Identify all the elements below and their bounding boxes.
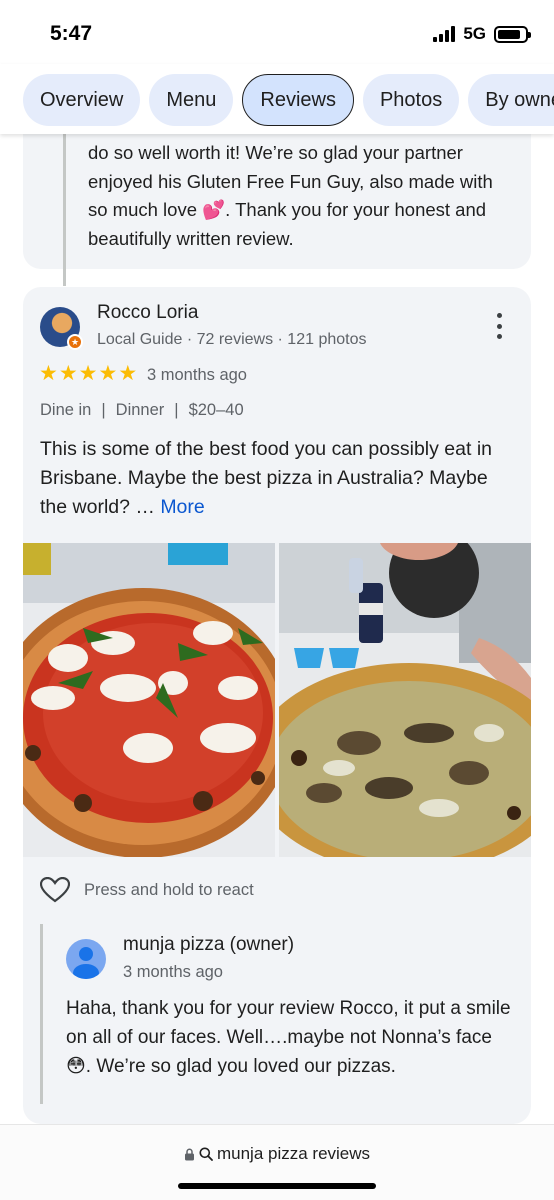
tab-overview[interactable]: Overview [23,74,141,126]
reviewer-name[interactable]: Rocco Loria [97,302,198,324]
cellular-signal-icon [433,26,456,42]
heart-icon[interactable] [40,877,70,903]
previous-reply-line: beautifully written review. [88,227,294,249]
tabs-row: Overview Menu Reviews Photos By owner [23,74,554,126]
reviewer-meta[interactable]: Local Guide · 72 reviews · 121 photos [97,331,366,349]
tab-reviews[interactable]: Reviews [242,74,354,126]
review-text: This is some of the best food you can po… [40,435,520,522]
owner-avatar [66,939,106,979]
more-options-icon[interactable] [495,313,503,339]
previous-reply-line: do so well worth it! We’re so glad your … [88,142,463,163]
star-icon: ★ [39,362,58,385]
tab-photos[interactable]: Photos [362,74,460,126]
review-body: This is some of the best food you can po… [40,438,492,518]
browser-bottom-bar: munja pizza reviews [0,1124,554,1200]
local-guide-badge-icon: ★ [67,334,83,350]
previous-review-card: do so well worth it! We’re so glad your … [23,134,531,286]
avatar[interactable]: ★ [40,307,83,350]
owner-name: munja pizza (owner) [123,934,295,955]
more-link[interactable]: More [160,496,204,518]
review-card: ★ Rocco Loria Local Guide · 72 reviews ·… [23,287,531,1124]
tag-separator: | [174,401,179,419]
home-indicator[interactable] [178,1183,376,1189]
previous-reply-line: so much love 💕. Thank you for your hones… [88,199,487,220]
owner-reply: munja pizza (owner) 3 months ago Haha, t… [40,924,511,1104]
review-photo-margherita[interactable] [23,543,275,857]
search-icon [199,1147,213,1161]
network-type: 5G [463,24,486,43]
review-photos [23,543,531,857]
tag-separator: | [101,401,106,419]
star-icon: ★ [118,362,138,385]
star-icon: ★ [98,362,118,385]
review-photo-mushroom[interactable] [279,543,531,857]
tabs-bar: Overview Menu Reviews Photos By owner [0,64,554,134]
star-icon: ★ [58,362,78,385]
battery-level [498,29,521,39]
tag-meal: Dinner [115,401,165,419]
status-bar: 5:47 5G [0,0,554,64]
previous-reply-line: enjoyed his Gluten Free Fun Guy, also ma… [88,170,493,192]
review-time: 3 months ago [147,366,247,384]
tab-by-owner[interactable]: By owner [468,74,554,126]
react-row[interactable]: Press and hold to react [40,877,254,903]
react-label: Press and hold to react [84,880,254,899]
tag-dine-in: Dine in [40,401,92,419]
status-indicators: 5G [433,24,531,44]
tag-price: $20–40 [188,401,244,419]
status-time: 5:47 [50,22,93,45]
star-rating: ★ ★ ★ ★ ★ [39,363,137,385]
tab-menu[interactable]: Menu [149,74,234,126]
reviews-list[interactable]: do so well worth it! We’re so glad your … [0,134,554,1124]
review-tags: Dine in | Dinner | $20–40 [40,401,244,420]
person-icon [73,947,99,979]
star-icon: ★ [78,362,98,385]
address-bar[interactable]: munja pizza reviews [0,1144,554,1164]
lock-icon [184,1148,194,1160]
url-text[interactable]: munja pizza reviews [217,1144,370,1164]
battery-icon [494,25,531,43]
previous-owner-reply: do so well worth it! We’re so glad your … [63,134,533,286]
owner-reply-text: Haha, thank you for your review Rocco, i… [66,998,511,1077]
owner-reply-time: 3 months ago [123,963,223,981]
